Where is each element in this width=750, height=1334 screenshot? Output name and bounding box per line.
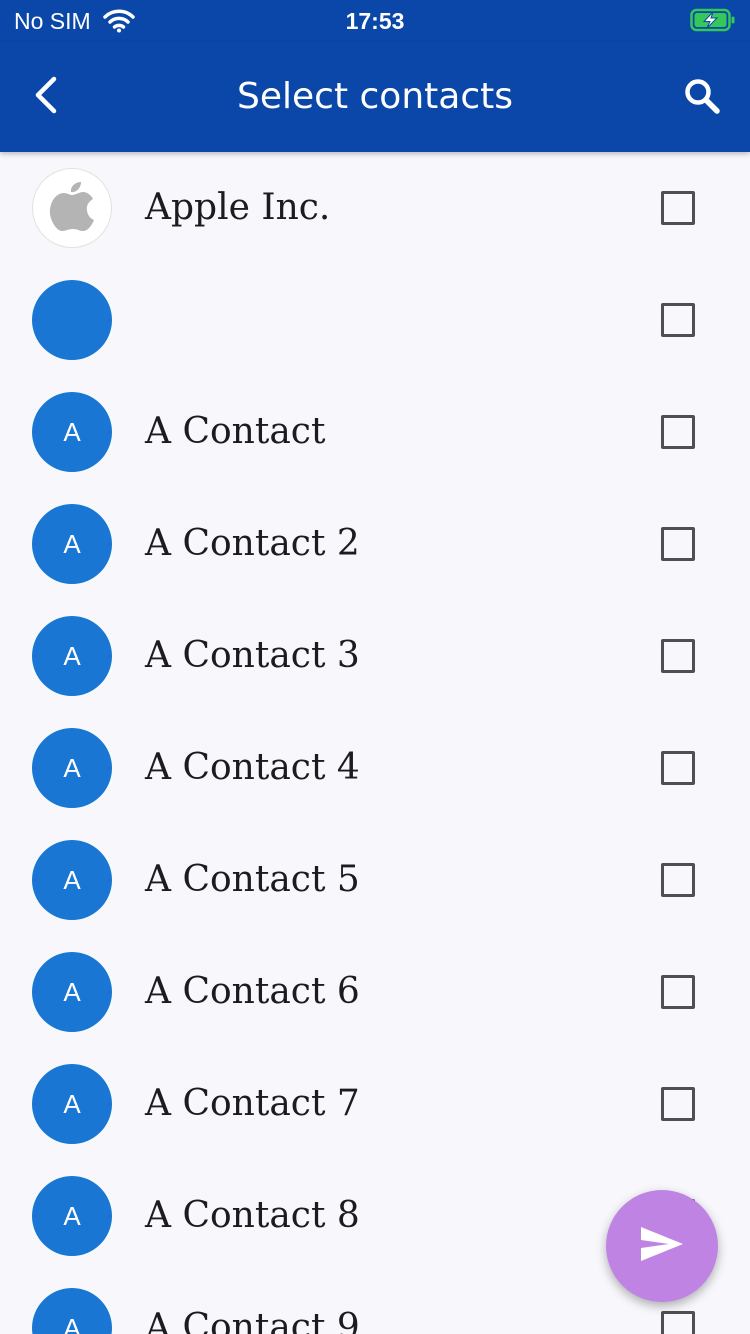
select-checkbox[interactable] xyxy=(661,303,695,337)
contact-row[interactable]: A A Contact xyxy=(0,376,750,488)
avatar: A xyxy=(32,504,112,584)
contact-row[interactable]: A A Contact 2 xyxy=(0,488,750,600)
avatar: A xyxy=(32,616,112,696)
contact-row[interactable]: A A Contact 4 xyxy=(0,712,750,824)
contact-name: A Contact 7 xyxy=(145,1083,360,1124)
contact-name: A Contact 8 xyxy=(145,1195,360,1236)
select-checkbox[interactable] xyxy=(661,975,695,1009)
contact-row[interactable]: A A Contact 3 xyxy=(0,600,750,712)
avatar: A xyxy=(32,1288,112,1334)
avatar: A xyxy=(32,1176,112,1256)
contact-name: A Contact 6 xyxy=(145,971,360,1012)
contact-row[interactable]: A A Contact 7 xyxy=(0,1048,750,1160)
chevron-left-icon xyxy=(32,75,60,119)
contact-name: A Contact 5 xyxy=(145,859,360,900)
avatar: A xyxy=(32,1064,112,1144)
select-checkbox[interactable] xyxy=(661,863,695,897)
search-icon xyxy=(682,76,722,120)
avatar: A xyxy=(32,840,112,920)
avatar: A xyxy=(32,392,112,472)
select-checkbox[interactable] xyxy=(661,527,695,561)
avatar: A xyxy=(32,728,112,808)
contact-row[interactable] xyxy=(0,264,750,376)
send-button[interactable] xyxy=(606,1190,718,1302)
select-checkbox[interactable] xyxy=(661,191,695,225)
contact-name: A Contact 9 xyxy=(145,1307,360,1334)
select-checkbox[interactable] xyxy=(661,639,695,673)
avatar xyxy=(32,168,112,248)
contact-name: A Contact 2 xyxy=(145,523,360,564)
contact-name: A Contact 4 xyxy=(145,747,360,788)
contact-row[interactable]: A A Contact 5 xyxy=(0,824,750,936)
avatar xyxy=(32,280,112,360)
page-title: Select contacts xyxy=(237,76,513,117)
contact-list[interactable]: Apple Inc. A A Contact A A Contact 2 A A… xyxy=(0,152,750,1334)
status-bar: No SIM 17:53 xyxy=(0,0,750,42)
select-checkbox[interactable] xyxy=(661,415,695,449)
apple-logo-icon xyxy=(48,178,96,239)
clock: 17:53 xyxy=(345,8,405,34)
contact-name: Apple Inc. xyxy=(145,187,331,228)
select-checkbox[interactable] xyxy=(661,1087,695,1121)
search-button[interactable] xyxy=(674,70,730,126)
avatar: A xyxy=(32,952,112,1032)
contact-name: A Contact xyxy=(145,411,326,452)
contact-row[interactable]: A A Contact 6 xyxy=(0,936,750,1048)
battery-icon xyxy=(690,8,738,32)
select-checkbox[interactable] xyxy=(661,1311,695,1334)
back-button[interactable] xyxy=(22,69,70,125)
select-checkbox[interactable] xyxy=(661,751,695,785)
contact-row[interactable]: Apple Inc. xyxy=(0,152,750,264)
app-bar: Select contacts xyxy=(0,42,750,152)
send-icon xyxy=(638,1224,686,1268)
contact-name: A Contact 3 xyxy=(145,635,360,676)
